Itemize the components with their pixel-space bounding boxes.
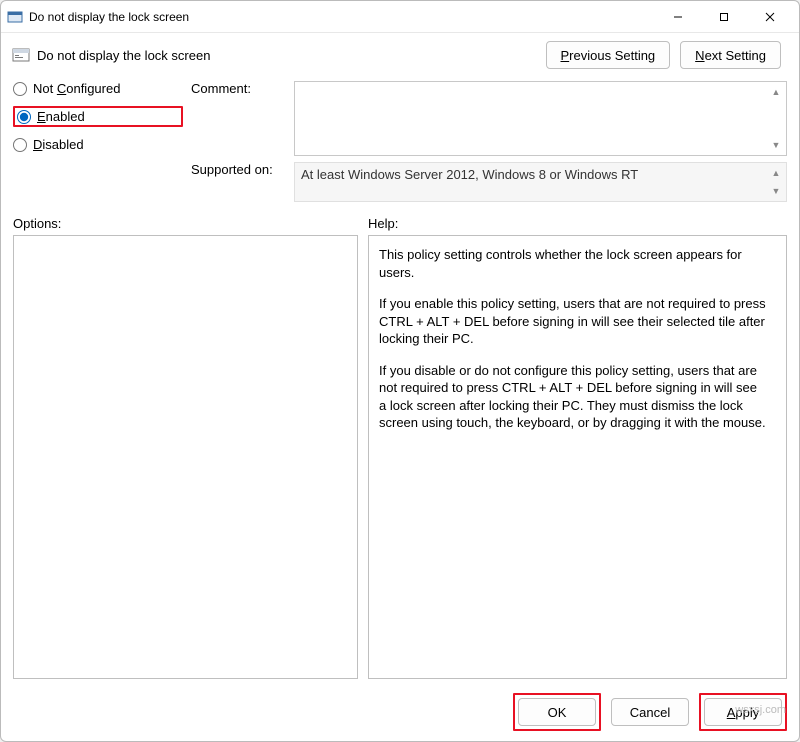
comment-label: Comment:	[191, 81, 286, 156]
close-button[interactable]	[747, 3, 793, 31]
highlight-enabled: Enabled	[13, 106, 183, 127]
policy-header: Do not display the lock screen Previous …	[1, 33, 799, 71]
supported-on-label: Supported on:	[191, 162, 286, 177]
supported-on-box: At least Windows Server 2012, Windows 8 …	[294, 162, 787, 202]
scroll-down-icon[interactable]: ▼	[768, 183, 784, 199]
radio-disabled-label: Disabled	[33, 137, 84, 152]
policy-name: Do not display the lock screen	[37, 48, 540, 63]
help-paragraph-3: If you disable or do not configure this …	[379, 362, 766, 432]
previous-setting-button[interactable]: Previous Setting	[546, 41, 671, 69]
policy-icon	[11, 45, 31, 65]
panel-labels: Options: Help:	[1, 202, 799, 235]
window-title: Do not display the lock screen	[29, 10, 655, 24]
radio-disabled[interactable]: Disabled	[13, 137, 183, 152]
minimize-button[interactable]	[655, 3, 701, 31]
radio-enabled[interactable]: Enabled	[17, 109, 85, 124]
nav-buttons: Previous Setting Next Setting	[546, 41, 782, 69]
radio-enabled-input[interactable]	[17, 110, 31, 124]
policy-editor-window: Do not display the lock screen Do not di…	[0, 0, 800, 742]
app-icon	[7, 9, 23, 25]
state-comment-row: Not Configured Enabled Disabled Comment:…	[1, 71, 799, 156]
highlight-apply: Apply	[699, 693, 787, 731]
help-paragraph-1: This policy setting controls whether the…	[379, 246, 766, 281]
supported-row: Supported on: At least Windows Server 20…	[1, 156, 799, 202]
radio-enabled-label: Enabled	[37, 109, 85, 124]
radio-disabled-input[interactable]	[13, 138, 27, 152]
radio-not-configured[interactable]: Not Configured	[13, 81, 183, 96]
window-controls	[655, 3, 793, 31]
scroll-down-icon[interactable]: ▼	[768, 137, 784, 153]
highlight-ok: OK	[513, 693, 601, 731]
cancel-button[interactable]: Cancel	[611, 698, 689, 726]
options-label: Options:	[13, 216, 358, 231]
maximize-button[interactable]	[701, 3, 747, 31]
state-radio-group: Not Configured Enabled Disabled	[13, 81, 183, 156]
panels: This policy setting controls whether the…	[1, 235, 799, 679]
comment-textarea[interactable]: ▲ ▼	[294, 81, 787, 156]
ok-button[interactable]: OK	[518, 698, 596, 726]
scroll-up-icon[interactable]: ▲	[768, 84, 784, 100]
dialog-footer: OK Cancel Apply	[1, 679, 799, 741]
radio-not-configured-label: Not Configured	[33, 81, 120, 96]
apply-button[interactable]: Apply	[704, 698, 782, 726]
scroll-up-icon[interactable]: ▲	[768, 165, 784, 181]
options-panel	[13, 235, 358, 679]
help-paragraph-2: If you enable this policy setting, users…	[379, 295, 766, 348]
help-panel: This policy setting controls whether the…	[368, 235, 787, 679]
title-bar: Do not display the lock screen	[1, 1, 799, 33]
next-setting-button[interactable]: Next Setting	[680, 41, 781, 69]
radio-not-configured-input[interactable]	[13, 82, 27, 96]
supported-on-text: At least Windows Server 2012, Windows 8 …	[301, 167, 638, 182]
help-label: Help:	[368, 216, 398, 231]
